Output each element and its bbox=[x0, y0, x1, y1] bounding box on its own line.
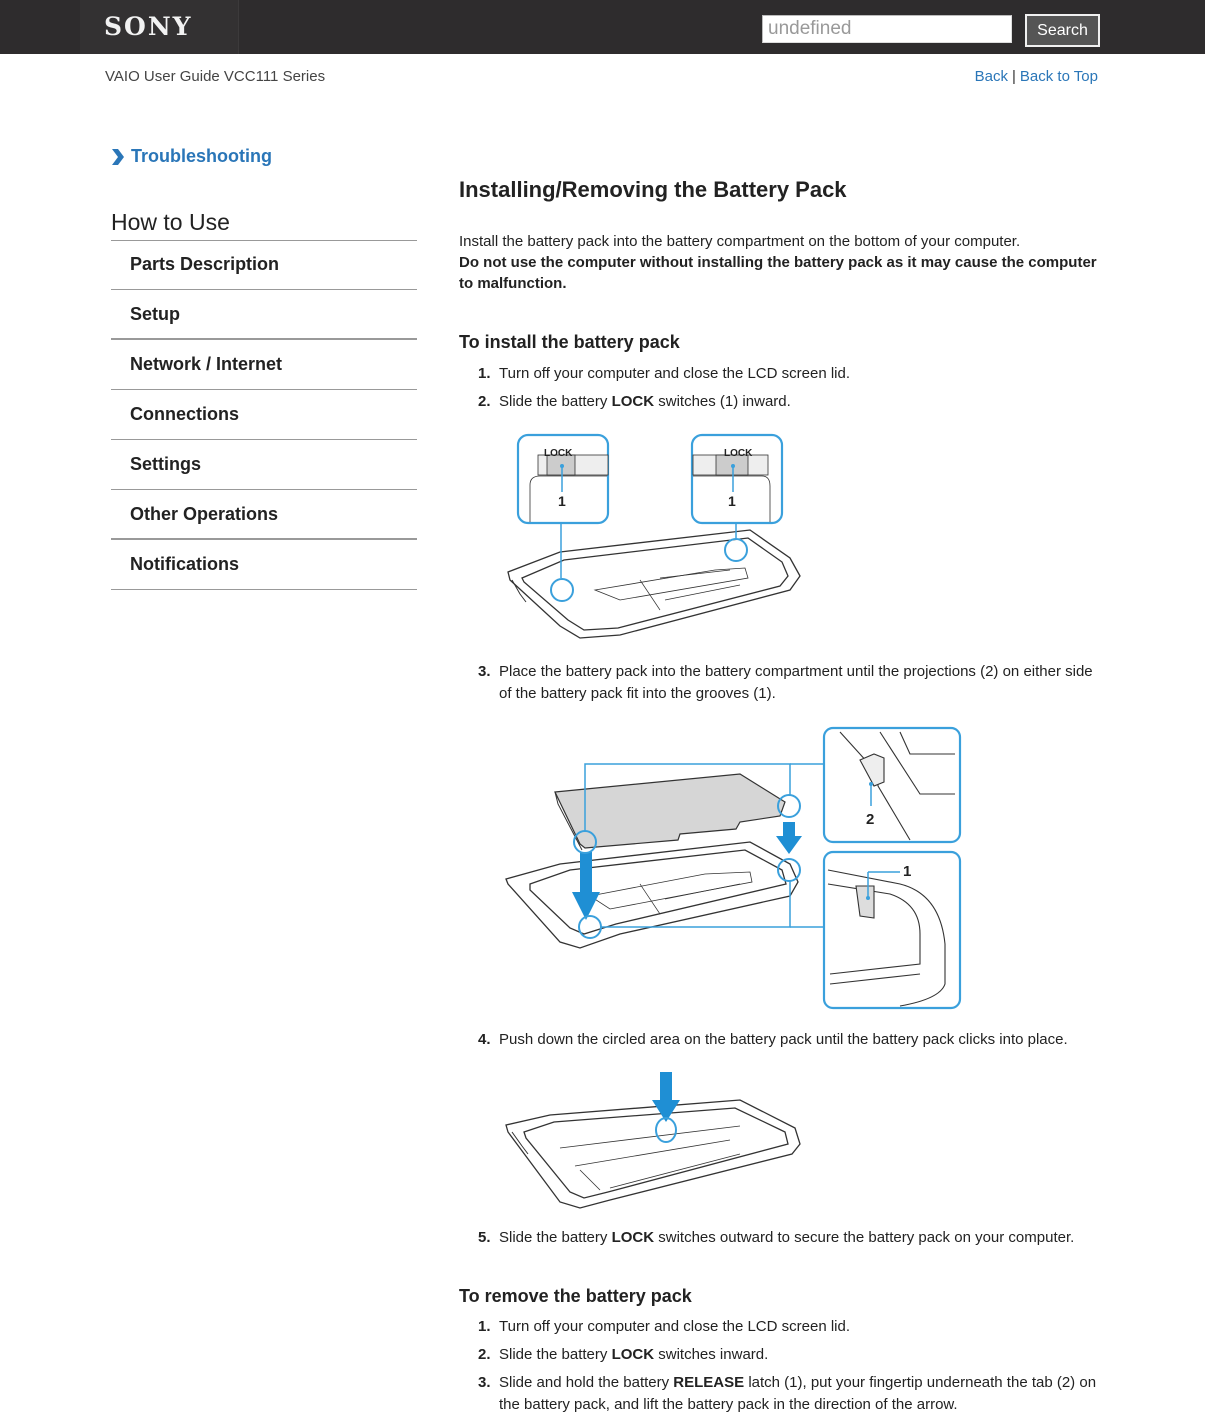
page-title: Installing/Removing the Battery Pack bbox=[459, 177, 847, 202]
main-content: Installing/Removing the Battery Pack Ins… bbox=[459, 176, 1099, 294]
step-number: 1. bbox=[478, 1318, 491, 1335]
step-number: 3. bbox=[478, 1374, 491, 1391]
step-number: 4. bbox=[478, 1031, 491, 1048]
install-steps-1-2: 1. Turn off your computer and close the … bbox=[459, 363, 1099, 413]
step-number: 1. bbox=[478, 365, 491, 382]
troubleshooting-link[interactable]: Troubleshooting bbox=[131, 146, 272, 167]
callout-number-groove: 1 bbox=[903, 863, 911, 880]
step-text: Slide and hold the battery bbox=[499, 1374, 674, 1391]
step-text: switches inward. bbox=[654, 1346, 769, 1363]
back-link[interactable]: Back bbox=[975, 68, 1008, 85]
sidebar-item-parts-description[interactable]: Parts Description bbox=[111, 240, 417, 290]
sidebar-item-label[interactable]: Parts Description bbox=[130, 254, 279, 275]
sidebar-item-network-internet[interactable]: Network / Internet bbox=[111, 340, 417, 390]
intro-paragraph: Install the battery pack into the batter… bbox=[459, 231, 1099, 294]
remove-steps: 1. Turn off your computer and close the … bbox=[459, 1316, 1099, 1416]
install-step-4: 4. Push down the circled area on the bat… bbox=[459, 1029, 1099, 1051]
step-bold-text: LOCK bbox=[611, 1229, 655, 1246]
step-text: Place the battery pack into the battery … bbox=[499, 663, 1093, 702]
callout-number-left: 1 bbox=[558, 493, 566, 509]
step-number: 2. bbox=[478, 393, 491, 410]
install-step-3: 3. Place the battery pack into the batte… bbox=[459, 661, 1099, 705]
step-text: Push down the circled area on the batter… bbox=[499, 1031, 1068, 1048]
install-step: 1. Turn off your computer and close the … bbox=[459, 363, 1099, 385]
sidebar-item-label[interactable]: Other Operations bbox=[130, 504, 278, 525]
install-step: 3. Place the battery pack into the batte… bbox=[459, 661, 1099, 705]
back-to-top-link[interactable]: Back to Top bbox=[1020, 68, 1098, 85]
step-number: 3. bbox=[478, 663, 491, 680]
step-text: Turn off your computer and close the LCD… bbox=[499, 1318, 851, 1335]
step-text: Slide the battery bbox=[499, 1346, 612, 1363]
sidebar-item-label[interactable]: Connections bbox=[130, 404, 239, 425]
logo-text: SONY bbox=[104, 12, 193, 41]
callout-box-groove bbox=[822, 850, 962, 1010]
search-input[interactable] bbox=[762, 15, 1012, 43]
sidebar-item-label[interactable]: Setup bbox=[130, 304, 180, 325]
top-links: Back | Back to Top bbox=[975, 68, 1098, 85]
remove-heading: To remove the battery pack bbox=[459, 1286, 692, 1306]
top-bar: SONY Search bbox=[0, 0, 1205, 54]
place-battery-illustration: 2 1 bbox=[505, 726, 962, 1010]
install-step: 2. Slide the battery LOCK switches (1) i… bbox=[459, 391, 1099, 413]
sidebar-item-notifications[interactable]: Notifications bbox=[111, 540, 417, 590]
step-text: Slide the battery bbox=[499, 1229, 612, 1246]
step-bold-text: LOCK bbox=[611, 1346, 655, 1363]
step-text: Turn off your computer and close the LCD… bbox=[499, 365, 851, 382]
callout-number-right: 1 bbox=[728, 493, 736, 509]
intro-text: Install the battery pack into the batter… bbox=[459, 233, 1021, 250]
lock-label-right: LOCK bbox=[724, 448, 753, 459]
callout-number-projection: 2 bbox=[866, 811, 874, 828]
sidebar-item-setup[interactable]: Setup bbox=[111, 290, 417, 340]
search-button[interactable]: Search bbox=[1025, 14, 1100, 47]
guide-title: VAIO User Guide VCC111 Series bbox=[105, 68, 326, 85]
sidebar-item-settings[interactable]: Settings bbox=[111, 440, 417, 490]
laptop-base-drawing bbox=[505, 841, 799, 949]
step-bold-text: RELEASE bbox=[673, 1374, 745, 1391]
step-number: 5. bbox=[478, 1229, 491, 1246]
warning-text: Do not use the computer without installi… bbox=[459, 254, 1097, 292]
troubleshooting-link-row[interactable]: Troubleshooting bbox=[111, 146, 272, 167]
sidebar-item-other-operations[interactable]: Other Operations bbox=[111, 490, 417, 540]
step-text: switches outward to secure the battery p… bbox=[654, 1229, 1075, 1246]
remove-step: 1. Turn off your computer and close the … bbox=[459, 1316, 1099, 1338]
sidebar-item-label[interactable]: Notifications bbox=[130, 554, 239, 575]
sidebar-item-label[interactable]: Network / Internet bbox=[130, 354, 282, 375]
push-down-illustration bbox=[505, 1072, 801, 1209]
remove-step: 2. Slide the battery LOCK switches inwar… bbox=[459, 1344, 1099, 1366]
link-separator: | bbox=[1011, 68, 1016, 85]
chevron-right-icon bbox=[112, 148, 124, 165]
lock-label-left: LOCK bbox=[544, 448, 573, 459]
step-number: 2. bbox=[478, 1346, 491, 1363]
sidebar-item-connections[interactable]: Connections bbox=[111, 390, 417, 440]
install-step-5: 5. Slide the battery LOCK switches outwa… bbox=[459, 1227, 1099, 1249]
step-text: switches (1) inward. bbox=[654, 393, 791, 410]
callout-box-projection bbox=[822, 726, 962, 844]
install-heading: To install the battery pack bbox=[459, 332, 680, 352]
sidebar-section-title: How to Use bbox=[111, 209, 417, 241]
sidebar-nav: Parts Description Setup Network / Intern… bbox=[111, 240, 417, 590]
sidebar-item-label[interactable]: Settings bbox=[130, 454, 201, 475]
step-text: Slide the battery bbox=[499, 393, 612, 410]
install-step: 4. Push down the circled area on the bat… bbox=[459, 1029, 1099, 1051]
remove-step: 3. Slide and hold the battery RELEASE la… bbox=[459, 1372, 1099, 1416]
lock-switch-illustration: LOCK 1 LOCK 1 bbox=[507, 433, 801, 639]
install-step: 5. Slide the battery LOCK switches outwa… bbox=[459, 1227, 1099, 1249]
sony-logo[interactable]: SONY bbox=[80, 0, 239, 54]
laptop-bottom-with-battery bbox=[505, 1099, 801, 1209]
step-bold-text: LOCK bbox=[611, 393, 655, 410]
battery-pack-drawing bbox=[554, 773, 786, 851]
